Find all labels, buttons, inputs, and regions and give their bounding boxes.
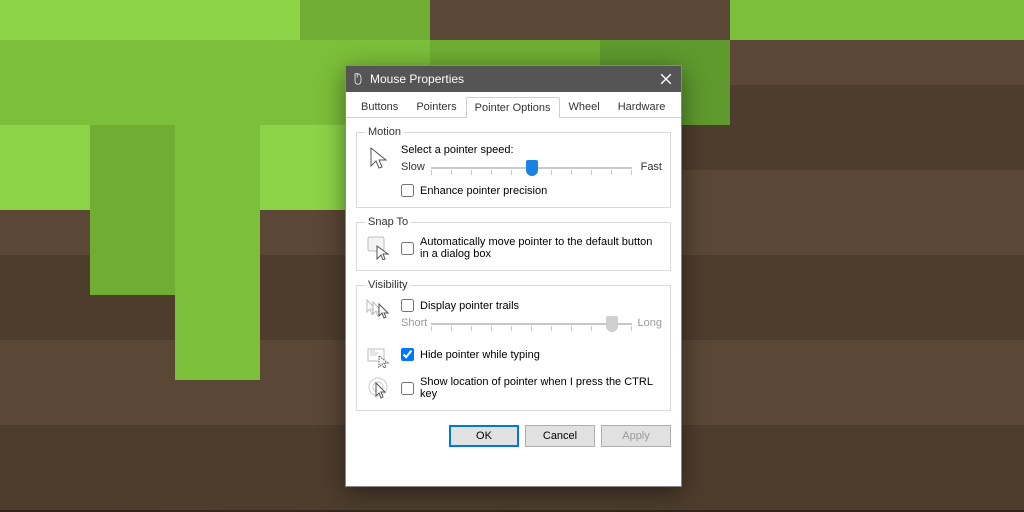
ctrl-locate-icon (365, 374, 393, 400)
tab-pointer-options[interactable]: Pointer Options (466, 97, 560, 118)
tab-pointers[interactable]: Pointers (407, 96, 465, 117)
group-snapto: Snap To Automatically move pointer to th… (356, 216, 671, 271)
hide-typing-icon (365, 346, 393, 368)
group-visibility: Visibility Display pointer trails Short (356, 279, 671, 411)
close-button[interactable] (651, 66, 681, 92)
ok-button[interactable]: OK (449, 425, 519, 447)
cancel-button[interactable]: Cancel (525, 425, 595, 447)
label-select-speed: Select a pointer speed: (401, 144, 662, 156)
checkbox-trails[interactable]: Display pointer trails (401, 299, 662, 312)
group-motion: Motion Select a pointer speed: Slow Fast (356, 126, 671, 208)
legend-snapto: Snap To (365, 216, 411, 228)
mouse-properties-dialog: Mouse Properties Buttons Pointers Pointe… (345, 65, 682, 487)
cursor-icon (365, 144, 393, 172)
tab-buttons[interactable]: Buttons (352, 96, 407, 117)
checkbox-enhance-precision[interactable]: Enhance pointer precision (401, 184, 662, 197)
trails-icon (365, 297, 393, 321)
snapto-icon (365, 234, 393, 260)
apply-button[interactable]: Apply (601, 425, 671, 447)
checkbox-hide-typing[interactable]: Hide pointer while typing (401, 348, 662, 361)
legend-motion: Motion (365, 126, 404, 138)
dialog-buttons: OK Cancel Apply (346, 425, 681, 457)
titlebar[interactable]: Mouse Properties (346, 66, 681, 92)
mouse-icon (352, 73, 364, 85)
tab-wheel[interactable]: Wheel (560, 96, 609, 117)
checkbox-snapto[interactable]: Automatically move pointer to the defaul… (401, 236, 662, 260)
tab-hardware[interactable]: Hardware (609, 96, 675, 117)
trails-length-slider: Short Long (401, 314, 662, 336)
checkbox-ctrl-locate[interactable]: Show location of pointer when I press th… (401, 376, 662, 400)
pointer-speed-slider[interactable]: Slow Fast (401, 158, 662, 180)
legend-visibility: Visibility (365, 279, 411, 291)
window-title: Mouse Properties (370, 72, 464, 86)
tabstrip: Buttons Pointers Pointer Options Wheel H… (346, 92, 681, 118)
